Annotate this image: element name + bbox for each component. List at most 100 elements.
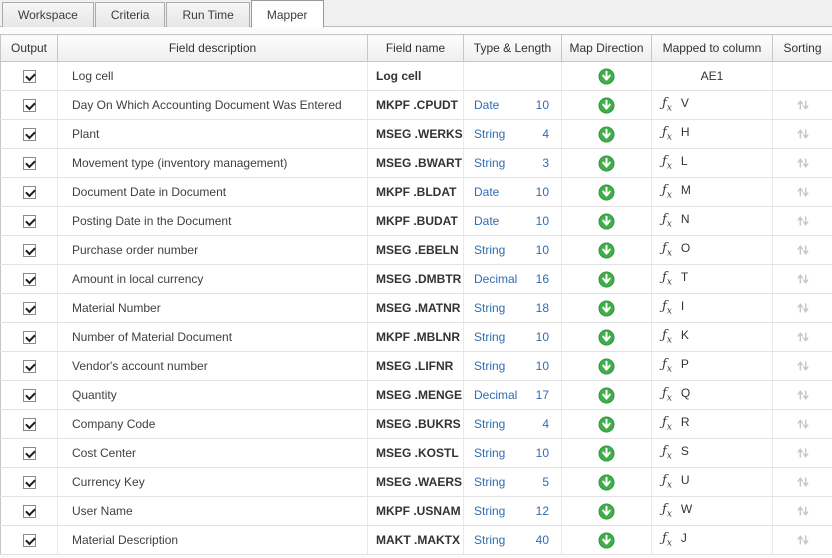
header-type-length[interactable]: Type & Length [464, 35, 562, 62]
sort-icon[interactable] [796, 330, 810, 344]
header-sorting[interactable]: Sorting [773, 35, 832, 62]
table-row[interactable]: Movement type (inventory management) MSE… [1, 149, 832, 178]
sort-icon[interactable] [796, 388, 810, 402]
map-direction-down-icon[interactable] [598, 155, 615, 172]
sort-icon[interactable] [796, 533, 810, 547]
output-checkbox[interactable] [23, 273, 36, 286]
fx-formula-icon[interactable]: ƒx [662, 154, 672, 169]
output-checkbox[interactable] [23, 331, 36, 344]
output-checkbox[interactable] [23, 534, 36, 547]
fx-formula-icon[interactable]: ƒx [662, 183, 672, 198]
fx-formula-icon[interactable]: ƒx [662, 531, 672, 546]
output-checkbox[interactable] [23, 186, 36, 199]
sort-icon[interactable] [796, 446, 810, 460]
map-direction-down-icon[interactable] [598, 445, 615, 462]
map-direction-down-icon[interactable] [598, 503, 615, 520]
table-row[interactable]: Plant MSEG .WERKS String 4 ƒxH [1, 120, 832, 149]
table-row[interactable]: Cost Center MSEG .KOSTL String 10 ƒxS [1, 439, 832, 468]
map-direction-down-icon[interactable] [598, 68, 615, 85]
type-link[interactable]: String [474, 330, 505, 344]
type-link[interactable]: Date [474, 185, 499, 199]
fx-formula-icon[interactable]: ƒx [662, 473, 672, 488]
sort-icon[interactable] [796, 301, 810, 315]
output-checkbox[interactable] [23, 244, 36, 257]
output-checkbox[interactable] [23, 302, 36, 315]
fx-formula-icon[interactable]: ƒx [662, 328, 672, 343]
output-checkbox[interactable] [23, 389, 36, 402]
output-checkbox[interactable] [23, 505, 36, 518]
output-checkbox[interactable] [23, 447, 36, 460]
header-field-name[interactable]: Field name [368, 35, 464, 62]
map-direction-down-icon[interactable] [598, 358, 615, 375]
type-link[interactable]: String [474, 359, 505, 373]
table-row[interactable]: Posting Date in the Document MKPF .BUDAT… [1, 207, 832, 236]
length-link[interactable]: 3 [542, 156, 549, 170]
fx-formula-icon[interactable]: ƒx [662, 299, 672, 314]
table-row[interactable]: Log cell Log cell ƒxAE1 [1, 62, 832, 91]
type-link[interactable]: Date [474, 214, 499, 228]
sort-icon[interactable] [796, 475, 810, 489]
table-row[interactable]: Day On Which Accounting Document Was Ent… [1, 91, 832, 120]
type-link[interactable]: String [474, 504, 505, 518]
sort-icon[interactable] [796, 243, 810, 257]
map-direction-down-icon[interactable] [598, 300, 615, 317]
fx-formula-icon[interactable]: ƒx [662, 212, 672, 227]
tab-criteria[interactable]: Criteria [95, 2, 166, 27]
type-link[interactable]: String [474, 533, 505, 547]
output-checkbox[interactable] [23, 157, 36, 170]
map-direction-down-icon[interactable] [598, 242, 615, 259]
header-output[interactable]: Output [1, 35, 58, 62]
table-row[interactable]: Material Number MSEG .MATNR String 18 ƒx… [1, 294, 832, 323]
table-row[interactable]: Document Date in Document MKPF .BLDAT Da… [1, 178, 832, 207]
fx-formula-icon[interactable]: ƒx [662, 444, 672, 459]
sort-icon[interactable] [796, 156, 810, 170]
tab-mapper[interactable]: Mapper [251, 0, 324, 28]
length-link[interactable]: 10 [536, 359, 549, 373]
length-link[interactable]: 17 [536, 388, 549, 402]
type-link[interactable]: String [474, 243, 505, 257]
length-link[interactable]: 16 [536, 272, 549, 286]
length-link[interactable]: 10 [536, 214, 549, 228]
table-row[interactable]: Purchase order number MSEG .EBELN String… [1, 236, 832, 265]
table-row[interactable]: Vendor's account number MSEG .LIFNR Stri… [1, 352, 832, 381]
length-link[interactable]: 4 [542, 127, 549, 141]
length-link[interactable]: 10 [536, 446, 549, 460]
type-link[interactable]: String [474, 127, 505, 141]
output-checkbox[interactable] [23, 128, 36, 141]
length-link[interactable]: 18 [536, 301, 549, 315]
fx-formula-icon[interactable]: ƒx [662, 386, 672, 401]
type-link[interactable]: String [474, 446, 505, 460]
sort-icon[interactable] [796, 272, 810, 286]
type-link[interactable]: String [474, 156, 505, 170]
type-link[interactable]: Date [474, 98, 499, 112]
output-checkbox[interactable] [23, 418, 36, 431]
table-row[interactable]: Number of Material Document MKPF .MBLNR … [1, 323, 832, 352]
output-checkbox[interactable] [23, 360, 36, 373]
type-link[interactable]: String [474, 417, 505, 431]
map-direction-down-icon[interactable] [598, 474, 615, 491]
length-link[interactable]: 4 [542, 417, 549, 431]
header-mapped-to-column[interactable]: Mapped to column [652, 35, 773, 62]
fx-formula-icon[interactable]: ƒx [662, 502, 672, 517]
length-link[interactable]: 12 [536, 504, 549, 518]
fx-formula-icon[interactable]: ƒx [662, 96, 672, 111]
header-map-direction[interactable]: Map Direction [562, 35, 652, 62]
table-row[interactable]: Company Code MSEG .BUKRS String 4 ƒxR [1, 410, 832, 439]
tab-run-time[interactable]: Run Time [166, 2, 249, 27]
fx-formula-icon[interactable]: ƒx [662, 357, 672, 372]
output-checkbox[interactable] [23, 476, 36, 489]
table-row[interactable]: Currency Key MSEG .WAERS String 5 ƒxU [1, 468, 832, 497]
sort-icon[interactable] [796, 359, 810, 373]
fx-formula-icon[interactable]: ƒx [662, 270, 672, 285]
map-direction-down-icon[interactable] [598, 184, 615, 201]
sort-icon[interactable] [796, 417, 810, 431]
type-link[interactable]: String [474, 301, 505, 315]
sort-icon[interactable] [796, 185, 810, 199]
type-link[interactable]: String [474, 475, 505, 489]
map-direction-down-icon[interactable] [598, 329, 615, 346]
table-row[interactable]: Material Description MAKT .MAKTX String … [1, 526, 832, 555]
length-link[interactable]: 10 [536, 185, 549, 199]
length-link[interactable]: 40 [536, 533, 549, 547]
length-link[interactable]: 10 [536, 330, 549, 344]
fx-formula-icon[interactable]: ƒx [662, 125, 672, 140]
